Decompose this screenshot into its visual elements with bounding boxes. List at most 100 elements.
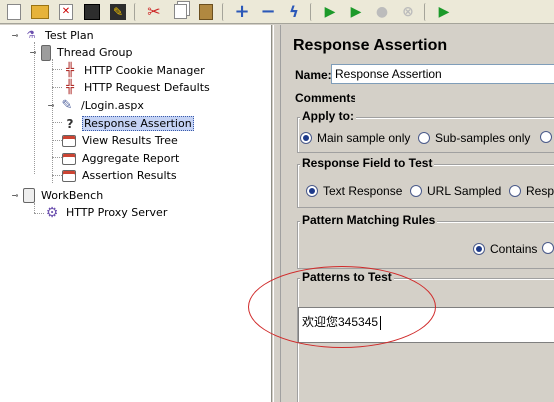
pattern-rule-second-radio[interactable] — [542, 242, 554, 254]
jmeter-window: ✕ ✎ ✂ + − ϟ ▶ ▶ ● ⊗ ▶ ⊸ ⚗ Test Plan ⊸ Th… — [0, 0, 554, 402]
sampler-pipette-icon: ✎ — [61, 98, 73, 113]
tree-connector — [52, 87, 62, 88]
radio-unselected-icon — [418, 132, 430, 144]
text-response-radio[interactable]: Text Response — [306, 184, 402, 198]
close-file-icon: ✕ — [59, 3, 73, 20]
expand-toggle-icon[interactable]: ⊸ — [46, 101, 56, 111]
assertion-icon: ? — [66, 116, 74, 131]
collapse-button[interactable]: − — [256, 1, 280, 23]
tree-item-response-assertion[interactable]: ? Response Assertion — [62, 115, 194, 132]
collapse-toggle-icon[interactable]: ⊸ — [28, 48, 38, 58]
toolbar: ✕ ✎ ✂ + − ϟ ▶ ▶ ● ⊗ ▶ — [0, 0, 554, 24]
start-button[interactable]: ▶ — [318, 1, 342, 23]
tree-item-view-results-tree[interactable]: View Results Tree — [62, 132, 180, 149]
cut-icon: ✂ — [147, 1, 161, 21]
response-third-radio[interactable]: Resp — [509, 184, 554, 198]
main-sample-only-radio[interactable]: Main sample only — [300, 131, 410, 145]
copy-icon — [173, 4, 187, 19]
lightning-icon: ϟ — [289, 2, 299, 21]
tree-item-thread-group[interactable]: ⊸ Thread Group — [28, 44, 134, 61]
name-label: Name: — [295, 68, 332, 82]
test-plan-tree: ⊸ ⚗ Test Plan ⊸ Thread Group ╬ HTTP Cook… — [0, 25, 272, 402]
new-button[interactable] — [2, 1, 26, 23]
tree-connector — [52, 175, 62, 176]
tree-item-login-aspx[interactable]: ⊸ ✎ /Login.aspx — [46, 97, 146, 114]
toggle-button[interactable]: ϟ — [282, 1, 306, 23]
config-icon: ╬ — [66, 63, 74, 78]
paste-button[interactable] — [194, 1, 218, 23]
toolbar-separator — [424, 2, 430, 21]
split-pane-divider[interactable] — [273, 25, 281, 402]
play-icon: ▶ — [324, 3, 336, 20]
patterns-textarea[interactable]: 欢迎您345345 — [298, 307, 554, 343]
name-field[interactable]: Response Assertion — [331, 64, 554, 84]
patterns-to-test-title: Patterns to Test — [300, 270, 394, 284]
tree-item-http-proxy-server[interactable]: ⚙ HTTP Proxy Server — [44, 204, 169, 221]
tree-connector — [52, 157, 62, 158]
tree-item-workbench[interactable]: ⊸ WorkBench — [10, 187, 105, 204]
shutdown-button[interactable]: ⊗ — [396, 1, 420, 23]
url-sampled-radio[interactable]: URL Sampled — [410, 184, 501, 198]
flask-icon: ⚗ — [26, 30, 36, 41]
stop-button[interactable]: ● — [370, 1, 394, 23]
tree-connector — [34, 203, 35, 213]
save-button[interactable] — [80, 1, 104, 23]
sub-samples-only-radio[interactable]: Sub-samples only — [418, 131, 530, 145]
open-button[interactable] — [28, 1, 52, 23]
start-no-pause-button[interactable]: ▶ — [344, 1, 368, 23]
tree-connector — [52, 69, 62, 70]
save-edit-button[interactable]: ✎ — [106, 1, 130, 23]
toolbar-separator — [134, 2, 140, 21]
response-field-title: Response Field to Test — [300, 156, 435, 170]
text-caret — [380, 315, 382, 330]
minus-icon: − — [260, 0, 276, 22]
play-nopause-icon: ▶ — [350, 3, 362, 20]
proxy-gear-icon: ⚙ — [45, 204, 59, 221]
close-button[interactable]: ✕ — [54, 1, 78, 23]
contains-radio[interactable]: Contains — [473, 242, 537, 256]
listener-icon — [62, 152, 76, 165]
radio-unselected-icon — [540, 131, 552, 143]
listener-icon — [62, 134, 76, 147]
tree-item-test-plan[interactable]: ⊸ ⚗ Test Plan — [10, 27, 96, 44]
paste-icon — [199, 3, 213, 20]
collapse-toggle-icon[interactable]: ⊸ — [10, 31, 20, 41]
shutdown-icon: ⊗ — [402, 3, 414, 20]
apply-to-third-radio[interactable] — [540, 131, 554, 143]
expand-button[interactable]: + — [230, 1, 254, 23]
edit-icon: ✎ — [110, 3, 126, 20]
tree-item-aggregate-report[interactable]: Aggregate Report — [62, 150, 181, 167]
copy-button[interactable] — [168, 1, 192, 23]
radio-unselected-icon — [542, 242, 554, 254]
tree-item-http-cookie-manager[interactable]: ╬ HTTP Cookie Manager — [62, 62, 207, 79]
remote-start-icon: ▶ — [438, 3, 450, 20]
pattern-matching-title: Pattern Matching Rules — [300, 213, 438, 227]
response-assertion-panel: Response Assertion Name: Response Assert… — [282, 25, 554, 402]
tree-connector — [52, 59, 53, 183]
tree-connector — [34, 213, 44, 214]
thread-group-icon — [41, 44, 51, 61]
panel-title: Response Assertion — [293, 37, 448, 54]
remote-start-button[interactable]: ▶ — [432, 1, 456, 23]
collapse-toggle-icon[interactable]: ⊸ — [10, 191, 20, 201]
config-icon: ╬ — [66, 80, 74, 95]
listener-icon — [62, 169, 76, 182]
tree-connector — [52, 122, 62, 123]
toolbar-separator — [310, 2, 316, 21]
tree-connector — [34, 42, 35, 174]
new-file-icon — [7, 3, 21, 20]
radio-selected-icon — [473, 243, 485, 255]
stop-icon: ● — [375, 3, 389, 20]
apply-to-title: Apply to: — [300, 109, 356, 123]
workbench-icon — [23, 188, 35, 203]
cut-button[interactable]: ✂ — [142, 1, 166, 23]
plus-icon: + — [234, 0, 250, 22]
tree-item-http-request-defaults[interactable]: ╬ HTTP Request Defaults — [62, 79, 212, 96]
radio-unselected-icon — [509, 185, 521, 197]
tree-connector — [52, 140, 62, 141]
toolbar-separator — [222, 2, 228, 21]
tree-item-assertion-results[interactable]: Assertion Results — [62, 167, 179, 184]
radio-selected-icon — [300, 132, 312, 144]
radio-unselected-icon — [410, 185, 422, 197]
comments-field[interactable] — [355, 88, 554, 106]
